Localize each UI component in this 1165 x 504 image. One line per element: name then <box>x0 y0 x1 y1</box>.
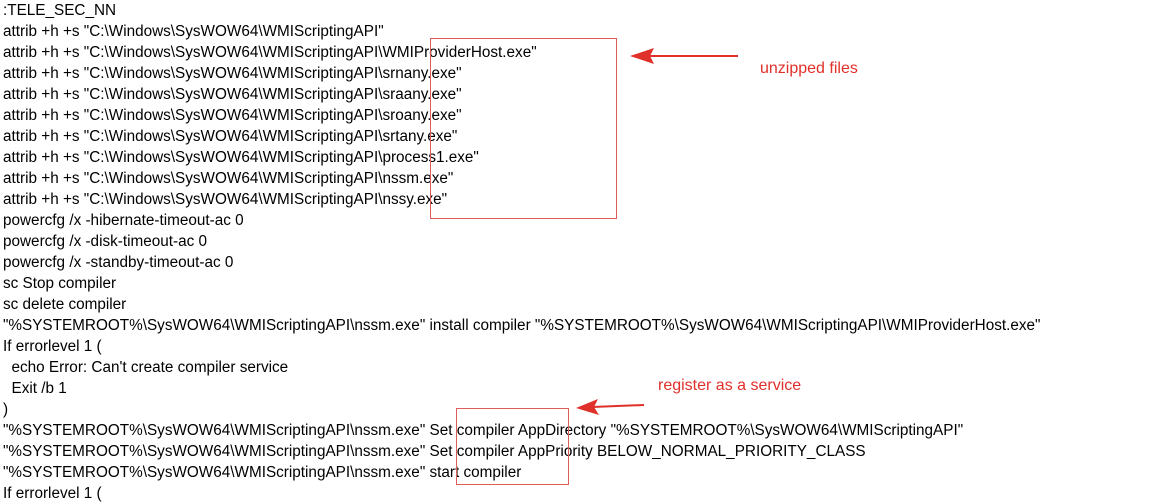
unzipped-files-label: unzipped files <box>760 60 858 77</box>
register-service-label: register as a service <box>658 377 802 394</box>
code-line: "%SYSTEMROOT%\SysWOW64\WMIScriptingAPI\n… <box>3 317 1041 334</box>
code-line: sc delete compiler <box>3 296 127 313</box>
code-line: powercfg /x -standby-timeout-ac 0 <box>3 254 234 271</box>
code-line: :TELE_SEC_NN <box>3 2 117 19</box>
code-line: If errorlevel 1 ( <box>3 338 102 355</box>
service-commands-highlight-box <box>456 408 569 485</box>
code-line: "%SYSTEMROOT%\SysWOW64\WMIScriptingAPI\n… <box>3 443 866 460</box>
unzipped-files-highlight-box <box>430 38 617 219</box>
code-line: sc Stop compiler <box>3 275 117 292</box>
code-line: If errorlevel 1 ( <box>3 485 102 502</box>
arrow-left-icon <box>576 399 645 415</box>
code-line: powercfg /x -disk-timeout-ac 0 <box>3 233 208 250</box>
arrow-left-icon <box>630 48 738 64</box>
code-line: "%SYSTEMROOT%\SysWOW64\WMIScriptingAPI\n… <box>3 422 964 439</box>
code-line: "%SYSTEMROOT%\SysWOW64\WMIScriptingAPI\n… <box>3 464 522 481</box>
code-line: echo Error: Can't create compiler servic… <box>3 359 289 376</box>
